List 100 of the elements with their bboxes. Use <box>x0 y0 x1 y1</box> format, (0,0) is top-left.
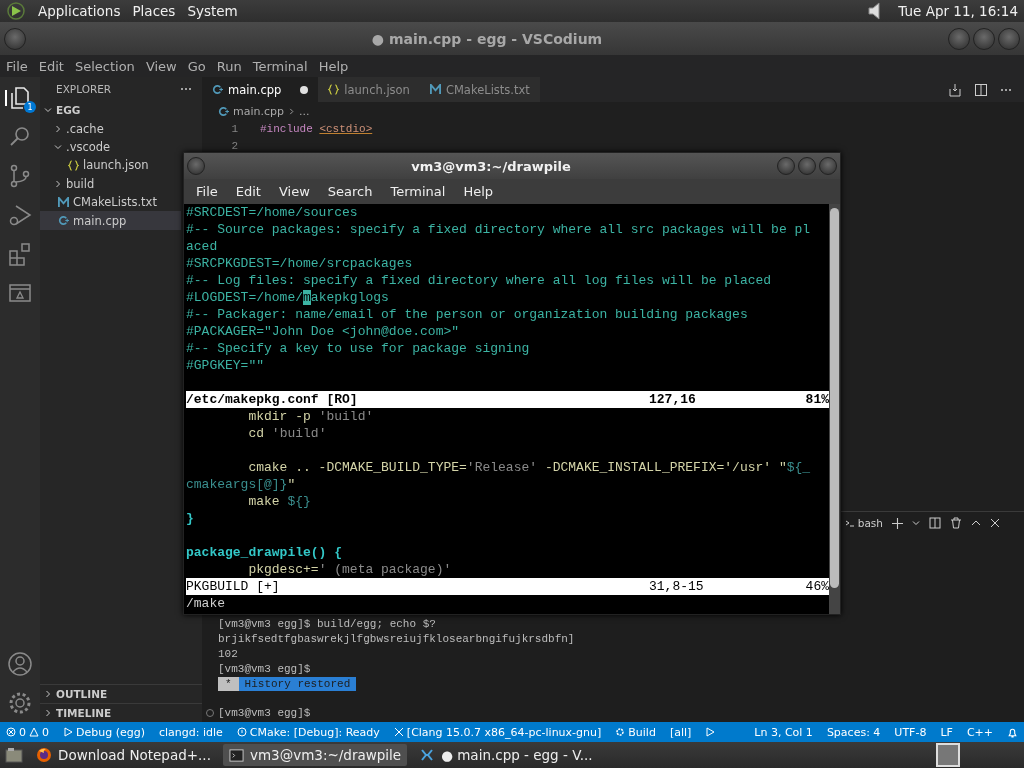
terminal-line: brjikfsedtfgbaswrekjlfgbwsreiujfklosearbngifujkrsdbfn] <box>218 631 576 646</box>
taskbar-button[interactable]: Download Notepad+... <box>30 744 217 766</box>
kit-status[interactable]: [Clang 15.0.7 x86_64-pc-linux-gnu] <box>393 725 602 739</box>
close-button[interactable] <box>819 157 837 175</box>
menu-item[interactable]: Search <box>319 184 381 199</box>
show-desktop-icon[interactable] <box>4 745 24 765</box>
taskbar-button[interactable]: ● main.cpp - egg - V... <box>413 744 599 766</box>
menu-item[interactable]: Terminal <box>248 58 312 74</box>
code-line: cmakeargs[@]}" <box>186 476 297 493</box>
scrollbar[interactable] <box>829 204 840 614</box>
debug-status[interactable]: Debug (egg) <box>63 725 145 739</box>
trash-icon[interactable] <box>950 517 962 529</box>
terminal-selector[interactable]: bash <box>844 517 883 529</box>
menu-item[interactable]: Terminal <box>382 184 454 199</box>
menu-item[interactable]: Go <box>183 58 210 74</box>
explorer-item[interactable]: main.cpp <box>40 211 181 230</box>
add-icon[interactable] <box>892 517 903 529</box>
extensions-icon[interactable] <box>7 241 33 267</box>
breadcrumb-item[interactable]: ... <box>299 104 310 118</box>
workspace-switcher[interactable] <box>936 743 960 767</box>
close-button[interactable] <box>998 27 1020 50</box>
chevron-down-icon[interactable] <box>912 519 920 527</box>
code-line: cmake .. -DCMAKE_BUILD_TYPE='Release' -DCMAKE_INSTALL_PREFIX='/usr' "${_ <box>247 459 812 476</box>
window-menu-button[interactable] <box>187 157 205 175</box>
menu-item[interactable]: Selection <box>70 58 139 74</box>
explorer-item[interactable]: launch.json <box>40 156 181 175</box>
explorer-item[interactable]: .vscode <box>40 137 181 157</box>
breadcrumb-item[interactable]: main.cpp <box>233 104 284 118</box>
menu-item[interactable]: Help <box>314 58 353 74</box>
cpp-file-icon <box>218 105 229 117</box>
split-terminal-icon[interactable] <box>929 517 941 529</box>
panel-menu[interactable]: System <box>187 3 238 19</box>
explorer-item[interactable]: .cache <box>40 119 181 138</box>
taskbar-button[interactable]: vm3@vm3:~/drawpile <box>222 744 408 766</box>
problems-status[interactable]: 0 0 <box>6 725 49 739</box>
menu-item[interactable]: File <box>2 58 32 74</box>
notice-marker: * <box>218 676 239 691</box>
sidebar-title: EXPLORER <box>56 83 112 95</box>
chevron-right-icon <box>288 107 295 115</box>
menu-item[interactable]: Run <box>212 58 246 74</box>
code-line: #SRCPKGDEST=/home/srcpackages <box>186 255 414 272</box>
window-title: ● main.cpp - egg - VSCodium <box>370 30 604 47</box>
settings-icon[interactable] <box>7 690 33 716</box>
run-debug-icon[interactable] <box>7 202 33 228</box>
menu-item[interactable]: View <box>270 184 318 199</box>
more-icon[interactable] <box>1000 87 1012 92</box>
menu-item[interactable]: Edit <box>227 184 269 199</box>
distro-logo-icon[interactable] <box>6 1 26 21</box>
status-item[interactable]: clangd: idle <box>159 725 223 739</box>
code-line: pkgdesc+=' (meta package)' <box>247 561 453 578</box>
code-line: #SRCDEST=/home/sources <box>186 204 359 221</box>
workspace-folder[interactable]: EGG <box>40 101 181 120</box>
code-line: #-- Source packages: specify a fixed directory where all src packages will be pl <box>186 221 812 238</box>
build-button[interactable]: Build <box>615 725 656 739</box>
clock[interactable]: Tue Apr 11, 16:14 <box>898 3 1018 19</box>
editor-tab[interactable]: CMakeLists.txt <box>419 77 540 102</box>
menu-item[interactable]: Help <box>455 184 502 199</box>
status-item[interactable]: C++ <box>966 725 993 739</box>
maximize-button[interactable] <box>973 27 995 50</box>
editor-tab[interactable]: main.cpp <box>202 77 319 102</box>
more-icon[interactable] <box>180 87 192 91</box>
code-line: aced <box>186 238 219 255</box>
account-icon[interactable] <box>7 651 33 677</box>
status-item[interactable]: LF <box>940 725 953 739</box>
code-line: #GPGKEY="" <box>186 357 265 374</box>
panel-menu[interactable]: Applications <box>38 3 121 19</box>
explorer-item[interactable]: build <box>40 174 181 193</box>
m-file-icon <box>429 84 441 95</box>
terminal-icon <box>844 518 855 528</box>
status-item[interactable]: UTF-8 <box>894 725 927 739</box>
code-line: mkdir -p 'build' <box>247 408 375 425</box>
status-item[interactable]: Ln 3, Col 1 <box>754 725 813 739</box>
code-line: } <box>186 510 195 527</box>
terminal-line: 102 <box>218 646 239 661</box>
terminal-icon <box>228 747 244 763</box>
panel-menu[interactable]: Places <box>132 3 176 19</box>
explorer-item[interactable]: CMakeLists.txt <box>40 192 181 212</box>
status-item[interactable]: Spaces: 4 <box>826 725 881 739</box>
minimize-button[interactable] <box>777 157 795 175</box>
minimize-button[interactable] <box>948 27 970 50</box>
code-line: #-- Log files: specify a fixed directory where all log files will be placed <box>186 272 773 289</box>
bell-icon[interactable] <box>1007 726 1018 738</box>
chevron-up-icon[interactable] <box>971 518 981 528</box>
line-number: 2 <box>230 139 239 152</box>
code-line: #PACKAGER="John Doe <john@doe.com>" <box>186 323 461 340</box>
notification-badge: 1 <box>24 101 36 113</box>
editor-tab[interactable]: launch.json <box>318 77 420 102</box>
menu-item[interactable]: Edit <box>34 58 68 74</box>
cmake-status[interactable]: CMake: [Debug]: Ready <box>236 725 380 739</box>
close-icon[interactable] <box>990 518 1000 528</box>
status-item[interactable]: [all] <box>669 725 692 739</box>
run-icon[interactable] <box>705 727 716 737</box>
code-line: make ${} <box>247 493 312 510</box>
menu-item[interactable]: View <box>141 58 181 74</box>
warning-icon <box>29 727 39 737</box>
window-menu-button[interactable] <box>4 27 26 50</box>
gear-icon <box>615 727 626 737</box>
split-editor-icon[interactable] <box>974 82 988 97</box>
maximize-button[interactable] <box>798 157 816 175</box>
menu-item[interactable]: File <box>188 184 226 199</box>
